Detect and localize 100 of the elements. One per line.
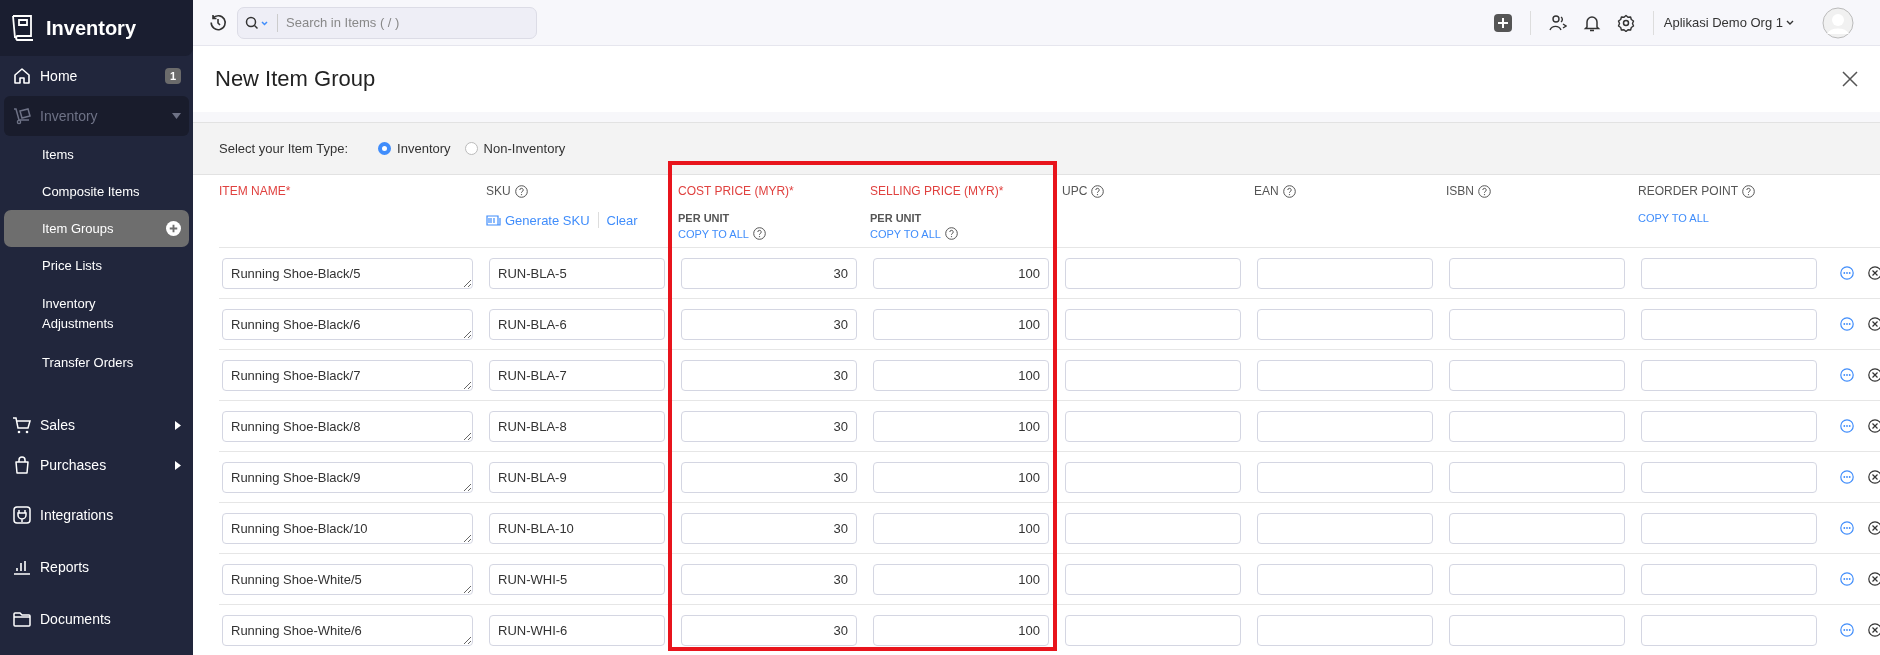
input-field[interactable] [1257,410,1433,442]
sidebar-item[interactable]: Price Lists [4,247,189,284]
input-field[interactable] [1065,461,1241,493]
sidebar-item[interactable]: Item Groups [4,210,189,247]
remove-icon[interactable] [1868,266,1880,280]
input-field[interactable] [1449,410,1625,442]
input-field[interactable]: 100 [873,308,1049,340]
more-options-icon[interactable] [1840,470,1854,484]
input-field[interactable]: 30 [681,614,857,646]
input-field[interactable] [1449,257,1625,289]
input-field[interactable]: 30 [681,512,857,544]
input-field[interactable] [1641,359,1817,391]
radio-label[interactable]: Inventory [397,141,451,156]
input-field[interactable] [1449,359,1625,391]
item-name-field[interactable]: Running Shoe-Black/5 [222,257,473,289]
input-field[interactable] [1065,308,1241,340]
input-field[interactable] [1065,359,1241,391]
input-field[interactable]: RUN-WHI-5 [489,563,665,595]
more-options-icon[interactable] [1840,368,1854,382]
input-field[interactable]: 30 [681,461,857,493]
input-field[interactable]: RUN-BLA-8 [489,410,665,442]
input-field[interactable] [1449,512,1625,544]
more-options-icon[interactable] [1840,317,1854,331]
radio-button[interactable] [464,142,478,155]
sidebar-menu[interactable]: Purchases [0,445,193,485]
more-options-icon[interactable] [1840,419,1854,433]
item-name-field[interactable]: Running Shoe-Black/8 [222,410,473,442]
input-field[interactable] [1257,563,1433,595]
input-field[interactable]: RUN-BLA-5 [489,257,665,289]
help-icon[interactable] [1478,184,1491,198]
remove-icon[interactable] [1868,521,1880,535]
remove-icon[interactable] [1868,368,1880,382]
input-field[interactable]: 30 [681,359,857,391]
more-options-icon[interactable] [1840,266,1854,280]
organization-menu[interactable]: Aplikasi Demo Org 1 [1663,15,1794,30]
sidebar-item[interactable]: Integrations [0,493,193,537]
sidebar-item[interactable]: Items [4,136,189,173]
sidebar-item[interactable]: Composite Items [4,173,189,210]
input-field[interactable]: 30 [681,257,857,289]
input-field[interactable]: 30 [681,563,857,595]
item-name-field[interactable]: Running Shoe-Black/9 [222,461,473,493]
radio-button[interactable] [378,142,392,155]
help-icon[interactable] [1282,184,1296,198]
more-options-icon[interactable] [1840,572,1854,586]
input-field[interactable] [1449,308,1625,340]
sidebar-item[interactable]: Documents [0,597,193,641]
input-field[interactable]: RUN-BLA-9 [489,461,665,493]
more-options-icon[interactable] [1840,521,1854,535]
sidebar-menu[interactable]: Inventory [4,96,189,136]
input-field[interactable]: 100 [873,512,1049,544]
close-icon[interactable] [1842,71,1858,87]
input-field[interactable] [1257,461,1433,493]
input-field[interactable]: RUN-WHI-6 [489,614,665,646]
remove-icon[interactable] [1868,572,1880,586]
remove-icon[interactable] [1868,317,1880,331]
notification-bell-icon[interactable] [1582,13,1601,32]
input-field[interactable]: RUN-BLA-6 [489,308,665,340]
item-name-field[interactable]: Running Shoe-Black/6 [222,308,473,340]
input-field[interactable]: 100 [873,410,1049,442]
remove-icon[interactable] [1868,470,1880,484]
users-icon[interactable] [1548,13,1567,32]
input-field[interactable] [1257,614,1433,646]
input-field[interactable] [1257,308,1433,340]
more-options-icon[interactable] [1840,623,1854,637]
input-field[interactable] [1065,563,1241,595]
input-field[interactable] [1449,563,1625,595]
add-icon[interactable] [1493,13,1512,32]
sidebar-menu[interactable]: Sales [0,405,193,445]
item-name-field[interactable]: Running Shoe-Black/10 [222,512,473,544]
remove-icon[interactable] [1868,623,1880,637]
input-field[interactable] [1257,257,1433,289]
input-field[interactable] [1641,512,1817,544]
input-field[interactable] [1449,461,1625,493]
input-field[interactable]: RUN-BLA-10 [489,512,665,544]
input-field[interactable] [1065,410,1241,442]
sidebar-item[interactable]: Home 1 [0,56,193,96]
input-field[interactable] [1641,410,1817,442]
settings-icon[interactable] [1616,13,1635,32]
sidebar-item[interactable]: Reports [0,545,193,589]
input-field[interactable]: 100 [873,359,1049,391]
remove-icon[interactable] [1868,419,1880,433]
input-field[interactable] [1065,614,1241,646]
input-field[interactable] [1065,257,1241,289]
input-field[interactable]: 30 [681,308,857,340]
search-field[interactable]: Search in Items ( / ) [237,6,537,39]
sidebar-item[interactable]: Transfer Orders [4,344,189,381]
help-icon[interactable] [1091,184,1105,198]
input-field[interactable]: 100 [873,461,1049,493]
item-name-field[interactable]: Running Shoe-Black/7 [222,359,473,391]
item-name-field[interactable]: Running Shoe-White/6 [222,614,473,646]
help-icon[interactable] [944,227,958,240]
input-field[interactable] [1641,257,1817,289]
input-field[interactable] [1257,359,1433,391]
radio-label[interactable]: Non-Inventory [483,141,566,156]
input-field[interactable] [1257,512,1433,544]
input-field[interactable]: 100 [873,257,1049,289]
input-field[interactable] [1641,308,1817,340]
input-field[interactable]: 30 [681,410,857,442]
add-icon[interactable] [166,221,181,236]
history-icon[interactable] [209,13,227,32]
